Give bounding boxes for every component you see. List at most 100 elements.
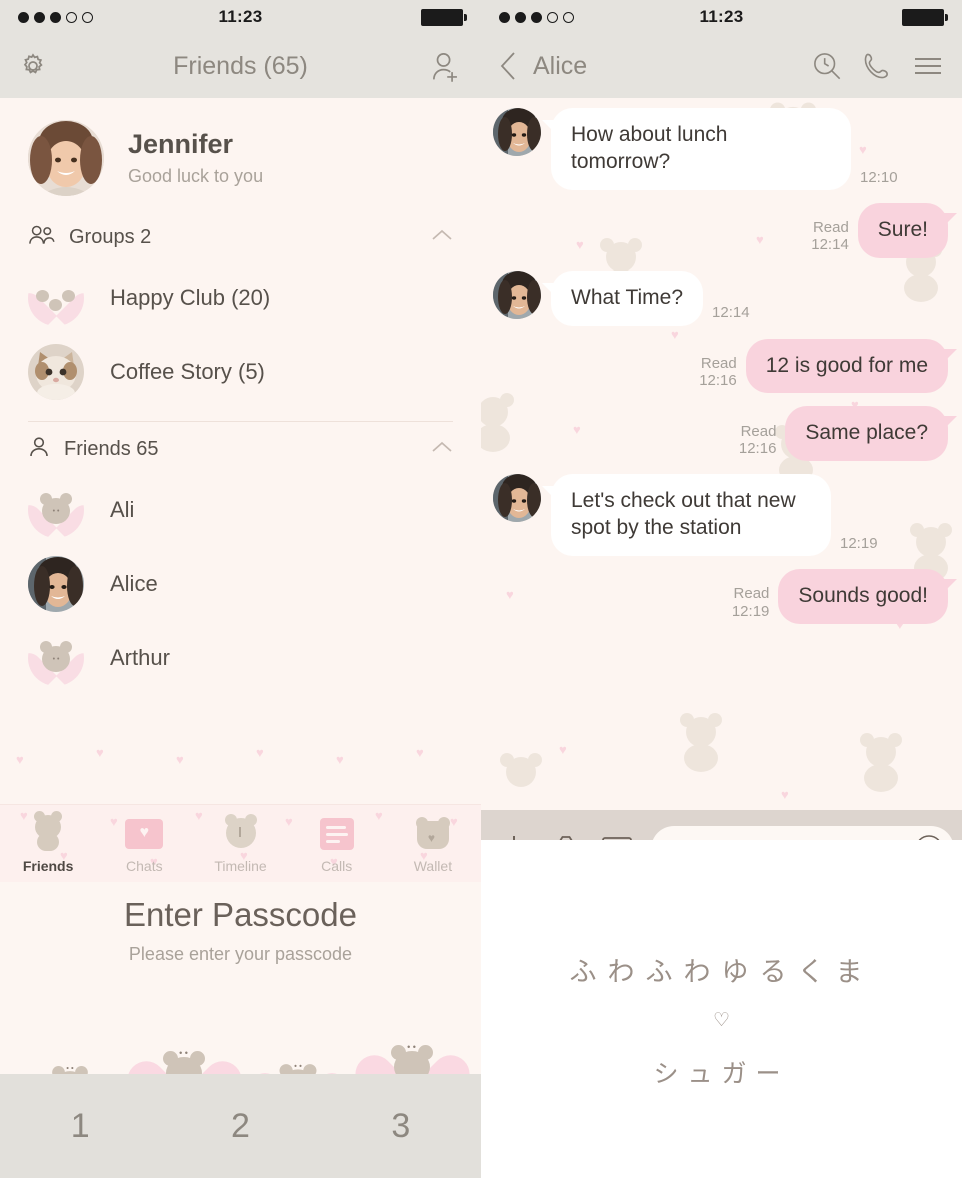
left-phone-column: 11:23 Friends (65) Jennifer Good luck to…: [0, 0, 481, 1200]
message-row: Read 12:16 12 is good for me: [481, 338, 962, 394]
tab-wallet[interactable]: ♥ Wallet: [385, 812, 481, 882]
group-name: Happy Club (20): [110, 285, 271, 310]
message-bubble[interactable]: What Time?: [541, 270, 704, 326]
tab-label: Friends: [22, 858, 74, 874]
message-bubble[interactable]: How about lunch tomorrow?: [542, 108, 851, 190]
message-row: How about lunch tomorrow? 12:10: [481, 108, 962, 190]
message-bubble[interactable]: Let's check out that new spot by the sta…: [542, 474, 831, 556]
heart-bears-avatar: [28, 270, 84, 326]
tab-timeline[interactable]: Timeline: [192, 812, 288, 882]
cat-photo-avatar: [28, 344, 84, 400]
bottom-tab-bar: ♥ ♥ ♥ ♥ ♥ ♥ ♥ ♥ ♥ ♥ ♥ Friends ♥ Chats Ti…: [0, 804, 481, 882]
bear-wallet-icon: ♥: [385, 812, 481, 856]
avatar: [28, 120, 104, 196]
branding-block: ふわふわゆるくま ♡ シュガー: [481, 840, 962, 1200]
heart-bear-avatar: • •: [28, 630, 84, 686]
message-row: What Time? 12:14: [481, 270, 962, 326]
chevron-left-icon[interactable]: [499, 51, 517, 81]
screenshot-stage: 11:23 Friends (65) Jennifer Good luck to…: [0, 0, 962, 1200]
groups-section-header[interactable]: Groups 2: [0, 214, 481, 261]
passcode-keypad: 1 2 3: [0, 1074, 481, 1178]
message-time: 12:10: [860, 168, 898, 186]
status-bar-left: 11:23: [0, 0, 481, 34]
passcode-panel: Enter Passcode Please enter your passcod…: [0, 882, 481, 1178]
battery-icon: [421, 8, 467, 26]
profile-text: Jennifer Good luck to you: [128, 129, 263, 187]
list-item[interactable]: Happy Club (20): [0, 261, 481, 335]
message-row: Read 12:14 Sure!: [481, 202, 962, 258]
friends-section-label: Friends 65: [64, 438, 159, 460]
heart-bear-avatar: • •: [28, 482, 84, 538]
battery-icon: [902, 8, 948, 26]
avatar[interactable]: [493, 474, 541, 523]
avatar[interactable]: [493, 108, 541, 156]
message-meta: 12:19: [840, 535, 878, 556]
read-receipt: Read: [700, 354, 737, 372]
profile-name: Jennifer: [128, 129, 234, 159]
message-time: 12:14: [811, 236, 849, 254]
tab-label: Calls: [321, 858, 353, 874]
passcode-subtitle: Please enter your passcode: [128, 944, 353, 964]
list-item[interactable]: Coffee Story (5): [0, 335, 481, 409]
tab-chats[interactable]: Chats: [96, 812, 192, 882]
brand-subtitle: シュガー: [653, 1060, 790, 1088]
friends-list-body: Jennifer Good luck to you Groups 2 Happy…: [0, 98, 481, 804]
keypad-key-1[interactable]: 1: [0, 1107, 160, 1146]
envelope-heart-icon: [96, 812, 192, 856]
chevron-up-icon[interactable]: [431, 228, 453, 247]
section-divider: [28, 421, 453, 422]
phone-icon[interactable]: [862, 51, 892, 81]
gear-icon[interactable]: [18, 51, 48, 81]
person-icon: [28, 436, 50, 463]
read-receipt: Read: [733, 585, 770, 603]
message-bubble[interactable]: Sure!: [857, 202, 958, 258]
message-meta: Read 12:16: [699, 355, 737, 394]
profile-status-message: Good luck to you: [128, 166, 264, 186]
chat-title: Alice: [533, 51, 588, 80]
keypad-key-2[interactable]: 2: [160, 1107, 320, 1146]
brand-title: ふわふわゆるくま: [569, 957, 874, 987]
groups-section-label: Groups 2: [69, 226, 152, 248]
bear-shape: • •: [40, 641, 72, 672]
chat-message-list[interactable]: ♥ ♥ ♥ ♥ ♥ ♥ ♥ ♥ ♥ ♥ ♥: [481, 98, 962, 810]
list-item[interactable]: • • Ali: [0, 473, 481, 547]
friend-name: Alice: [110, 571, 158, 596]
message-meta: Read 12:14: [811, 219, 849, 258]
bear-icon: [0, 811, 96, 856]
friends-nav-bar: Friends (65): [0, 34, 481, 98]
message-meta: Read 12:19: [732, 585, 770, 624]
tab-calls[interactable]: Calls: [289, 812, 385, 882]
chevron-up-icon[interactable]: [431, 440, 453, 459]
tab-friends[interactable]: Friends: [0, 811, 96, 882]
group-icon: [28, 224, 55, 251]
message-meta: 12:10: [860, 169, 898, 190]
message-row: Let's check out that new spot by the sta…: [481, 474, 962, 556]
message-bubble[interactable]: 12 is good for me: [745, 338, 958, 394]
message-bubble[interactable]: Same place?: [785, 406, 957, 462]
alice-photo-avatar: [28, 556, 84, 612]
list-item[interactable]: Alice: [0, 547, 481, 621]
page-title: Friends (65): [173, 51, 308, 80]
keypad-key-3[interactable]: 3: [321, 1107, 481, 1146]
add-user-icon[interactable]: [429, 50, 463, 82]
list-item[interactable]: • • Arthur: [0, 621, 481, 695]
group-name: Coffee Story (5): [110, 359, 265, 384]
message-time: 12:16: [699, 372, 737, 390]
bear-clock-icon: [192, 812, 288, 856]
search-clock-icon[interactable]: [812, 51, 842, 81]
message-bubble[interactable]: Sounds good!: [778, 569, 957, 624]
friends-section-header[interactable]: Friends 65: [0, 426, 481, 473]
message-time: 12:19: [840, 534, 878, 552]
my-profile-row[interactable]: Jennifer Good luck to you: [0, 98, 481, 214]
avatar[interactable]: [493, 270, 541, 319]
bear-shape: • •: [40, 493, 72, 524]
status-bar-clock: 11:23: [699, 7, 744, 26]
message-time: 12:14: [712, 304, 750, 322]
tab-label: Wallet: [413, 858, 453, 874]
message-meta: Read 12:16: [739, 423, 777, 462]
hamburger-icon[interactable]: [912, 54, 944, 78]
tab-label: Chats: [126, 858, 163, 874]
passcode-title: Enter Passcode: [124, 896, 357, 933]
read-receipt: Read: [740, 422, 777, 440]
heart-icon: ♡: [712, 1010, 731, 1031]
